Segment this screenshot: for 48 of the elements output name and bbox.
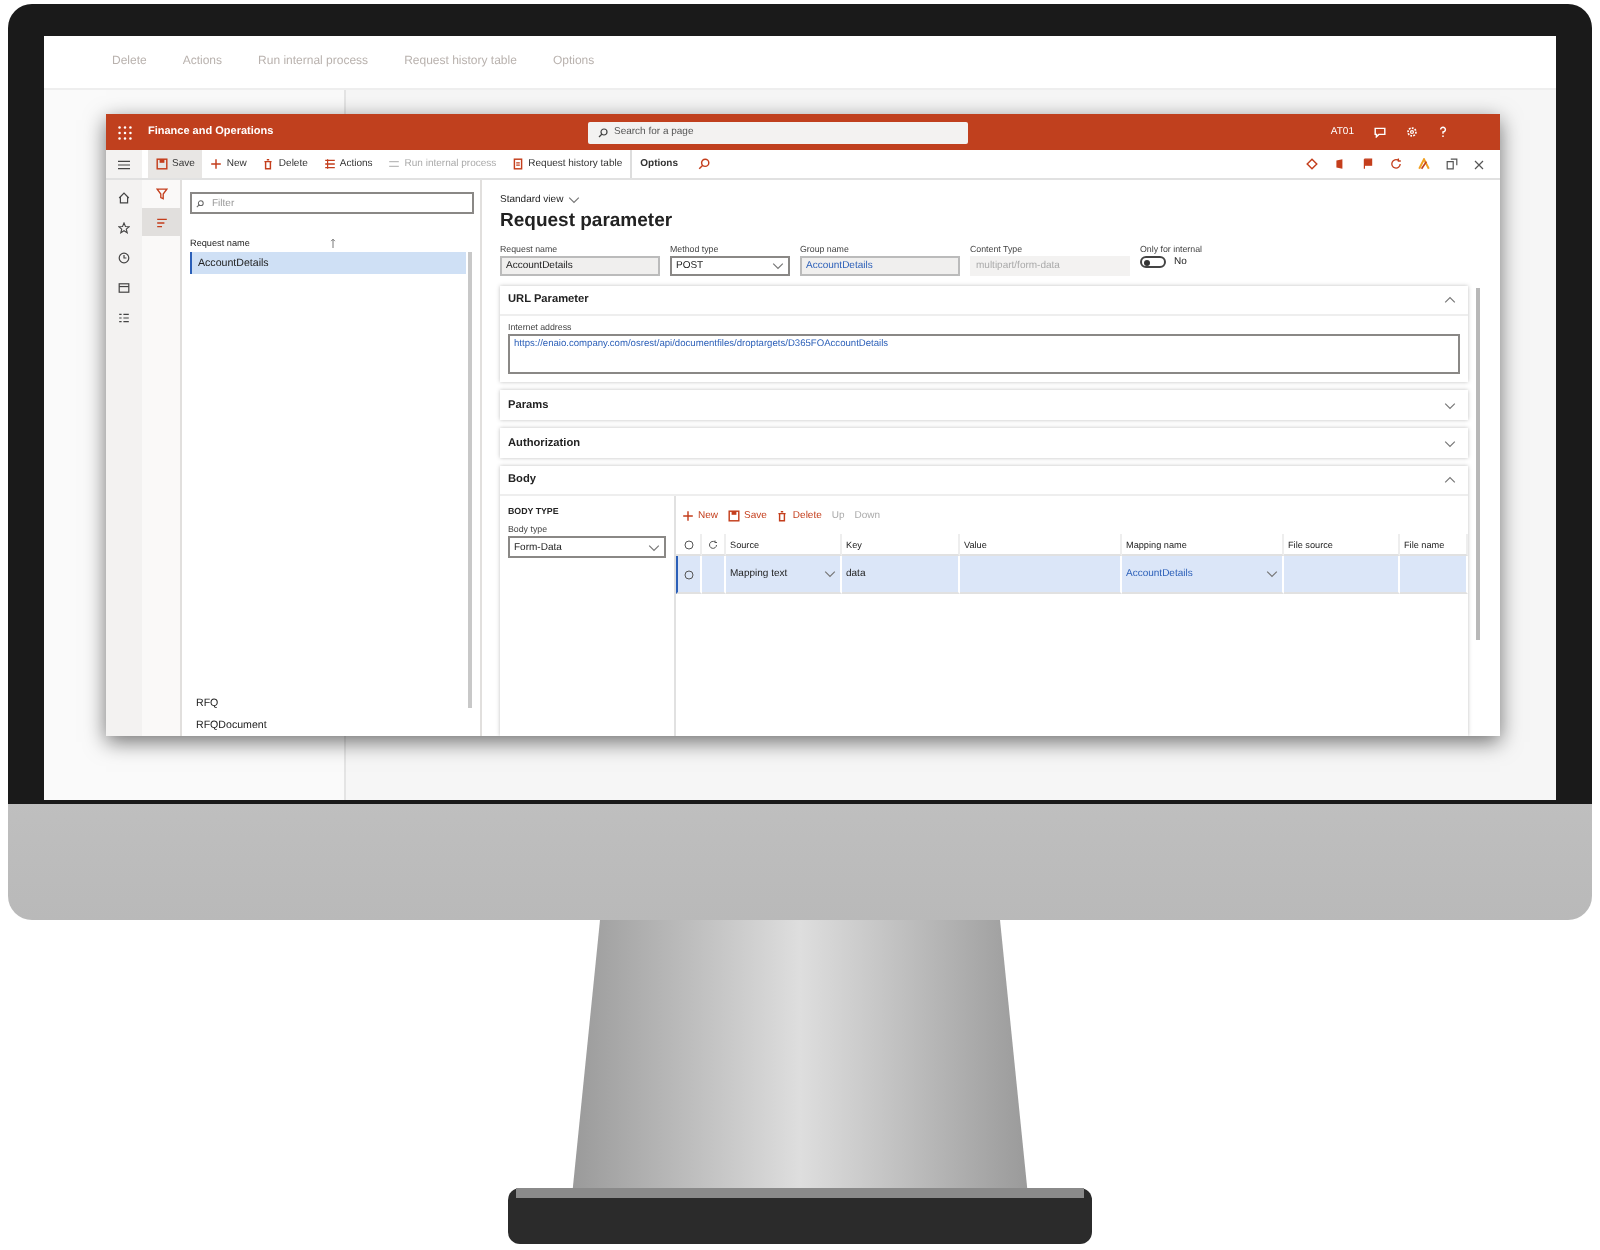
save-icon xyxy=(728,510,741,522)
list-icon[interactable] xyxy=(118,312,130,324)
table-cell xyxy=(1284,556,1400,594)
pop-out-icon[interactable] xyxy=(1446,158,1458,170)
caret-icon[interactable] xyxy=(824,570,836,578)
settings-icon[interactable] xyxy=(1406,126,1418,138)
app-launcher-icon[interactable] xyxy=(118,125,132,139)
list-icon xyxy=(323,158,336,170)
chevron-down-icon[interactable] xyxy=(1444,439,1456,447)
chevron-up-icon[interactable] xyxy=(1444,476,1456,484)
home-icon[interactable] xyxy=(118,192,130,204)
document-icon xyxy=(512,158,525,170)
diamond-icon[interactable] xyxy=(1306,158,1318,170)
save-icon xyxy=(156,158,168,170)
caret-icon[interactable] xyxy=(1266,570,1278,578)
row-selector[interactable] xyxy=(676,556,702,594)
menu-icon[interactable] xyxy=(118,159,130,169)
search-icon xyxy=(196,199,204,207)
page-title: Request parameter xyxy=(500,210,675,232)
plus-icon xyxy=(210,158,223,170)
caret-icon[interactable] xyxy=(772,262,784,270)
star-icon[interactable] xyxy=(118,222,130,234)
trash-icon xyxy=(776,510,789,522)
filter-icon[interactable] xyxy=(155,188,167,200)
refresh-icon[interactable] xyxy=(1390,158,1402,170)
select-circle-icon[interactable] xyxy=(683,539,693,549)
table-cell xyxy=(702,556,726,594)
select-circle-icon[interactable] xyxy=(684,569,694,579)
calendar-icon[interactable] xyxy=(118,282,130,294)
lines-icon xyxy=(155,217,167,227)
trash-icon xyxy=(262,158,275,170)
clock-icon[interactable] xyxy=(118,252,130,264)
refresh-icon[interactable] xyxy=(708,539,718,549)
toggle-switch[interactable] xyxy=(1140,256,1166,268)
chevron-up-icon[interactable] xyxy=(1444,296,1456,304)
flag-icon[interactable] xyxy=(1362,158,1374,170)
lines-icon xyxy=(388,158,401,170)
chevron-down-icon[interactable] xyxy=(567,196,580,204)
sort-arrow-icon[interactable] xyxy=(330,237,336,247)
caret-icon[interactable] xyxy=(648,543,660,551)
close-icon[interactable] xyxy=(1474,159,1484,169)
plus-icon xyxy=(682,510,694,522)
search-icon xyxy=(598,127,608,137)
search-icon[interactable] xyxy=(698,158,711,170)
chevron-down-icon[interactable] xyxy=(1444,401,1456,409)
list-view-button[interactable] xyxy=(142,208,180,236)
chat-icon[interactable] xyxy=(1374,126,1386,138)
help-icon[interactable] xyxy=(1438,126,1448,138)
